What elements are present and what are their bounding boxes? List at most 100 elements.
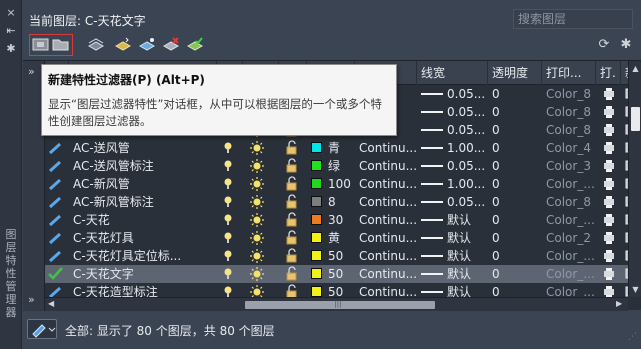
layer-name[interactable]: C-天花文字 [73, 265, 215, 283]
color-cell[interactable]: 50 [311, 265, 357, 283]
freeze-toggle[interactable] [249, 175, 273, 193]
lineweight-cell[interactable]: 0.05... [421, 103, 487, 121]
on-toggle[interactable] [221, 139, 241, 157]
plot-toggle[interactable] [602, 283, 618, 297]
color-cell[interactable]: 绿 [311, 157, 357, 175]
transparency-cell[interactable]: 0 [492, 175, 540, 193]
vertical-scroll-thumb[interactable] [631, 107, 640, 131]
layer-row[interactable]: C-天花灯具定位标... 50 Continu... 默认 0 Color_... [45, 247, 628, 265]
status-cell[interactable] [45, 211, 69, 229]
lineweight-cell[interactable]: 默认 [421, 265, 487, 283]
layer-row[interactable]: AC-新风管 100 Continu... 1.00... 0 Color_... [45, 175, 628, 193]
layer-row[interactable]: C-天花 30 Continu... 默认 0 Color_... [45, 211, 628, 229]
freeze-toggle[interactable] [249, 265, 273, 283]
lock-toggle[interactable] [284, 247, 304, 265]
plot-style-cell[interactable]: Color_8 [546, 193, 596, 211]
search-input[interactable]: 搜索图层 [513, 9, 633, 29]
linetype-cell[interactable]: Continu... [359, 265, 417, 283]
plot-toggle[interactable] [602, 229, 618, 247]
layer-name[interactable]: AC-新风管标注 [73, 193, 215, 211]
close-icon[interactable]: × [4, 6, 18, 20]
layer-row[interactable]: C-天花灯具 黄 Continu... 默认 0 Color_2 [45, 229, 628, 247]
on-toggle[interactable] [221, 157, 241, 175]
status-cell[interactable] [45, 283, 69, 297]
lineweight-cell[interactable]: 1.00... [421, 139, 487, 157]
plot-toggle[interactable] [602, 175, 618, 193]
new-group-filter-button[interactable] [52, 36, 70, 52]
linetype-cell[interactable]: Continu... [359, 247, 417, 265]
on-toggle[interactable] [221, 211, 241, 229]
plot-style-cell[interactable]: Color_... [546, 265, 596, 283]
plot-toggle[interactable] [602, 157, 618, 175]
column-header[interactable]: 打印... [542, 61, 596, 85]
transparency-cell[interactable]: 0 [492, 121, 540, 139]
transparency-cell[interactable]: 0 [492, 229, 540, 247]
transparency-cell[interactable]: 0 [492, 193, 540, 211]
lineweight-cell[interactable]: 0.05... [421, 157, 487, 175]
linetype-cell[interactable]: Continu... [359, 211, 417, 229]
color-cell[interactable]: 100 [311, 175, 357, 193]
settings-icon[interactable]: ✱ [618, 37, 634, 52]
layer-name[interactable]: C-天花灯具 [73, 229, 215, 247]
status-cell[interactable] [45, 139, 69, 157]
lineweight-cell[interactable]: 默认 [421, 283, 487, 297]
plot-style-cell[interactable]: Color_... [546, 283, 596, 297]
lock-toggle[interactable] [284, 211, 304, 229]
new-layer-button[interactable] [114, 36, 132, 52]
plot-toggle[interactable] [602, 85, 618, 103]
invert-filter-button[interactable] [27, 319, 57, 339]
plot-toggle[interactable] [602, 193, 618, 211]
plot-toggle[interactable] [602, 139, 618, 157]
color-cell[interactable]: 青 [311, 139, 357, 157]
on-toggle[interactable] [221, 193, 241, 211]
freeze-toggle[interactable] [249, 229, 273, 247]
layer-name[interactable]: AC-送风管标注 [73, 157, 215, 175]
status-cell[interactable] [45, 265, 69, 283]
scroll-right-icon[interactable]: ▶ [616, 299, 622, 308]
set-current-button[interactable] [186, 36, 204, 52]
layer-row[interactable]: AC-送风管 青 Continu... 1.00... 0 Color_4 [45, 139, 628, 157]
layer-row[interactable]: AC-新风管标注 8 Continu... 0.05... 0 Color_8 [45, 193, 628, 211]
plot-style-cell[interactable]: Color_3 [546, 157, 596, 175]
plot-style-cell[interactable]: Color_8 [546, 85, 596, 103]
freeze-toggle[interactable] [249, 157, 273, 175]
scroll-down-icon[interactable]: ▼ [631, 285, 640, 294]
plot-style-cell[interactable]: Color_... [546, 211, 596, 229]
plot-toggle[interactable] [602, 121, 618, 139]
lineweight-cell[interactable]: 0.05... [421, 85, 487, 103]
transparency-cell[interactable]: 0 [492, 157, 540, 175]
auto-hide-icon[interactable]: ⇤ [4, 24, 18, 38]
status-cell[interactable] [45, 193, 69, 211]
expand-filter-tree-icon[interactable]: » [28, 65, 35, 78]
transparency-cell[interactable]: 0 [492, 85, 540, 103]
lineweight-cell[interactable]: 默认 [421, 211, 487, 229]
linetype-cell[interactable]: Continu... [359, 229, 417, 247]
transparency-cell[interactable]: 0 [492, 103, 540, 121]
layer-row[interactable]: AC-送风管标注 绿 Continu... 0.05... 0 Color_3 [45, 157, 628, 175]
plot-style-cell[interactable]: Color_... [546, 247, 596, 265]
plot-toggle[interactable] [602, 247, 618, 265]
layer-name[interactable]: AC-送风管 [73, 139, 215, 157]
lineweight-cell[interactable]: 0.05... [421, 193, 487, 211]
on-toggle[interactable] [221, 265, 241, 283]
layer-row[interactable]: C-天花文字 50 Continu... 默认 0 Color_... [45, 265, 628, 283]
status-cell[interactable] [45, 229, 69, 247]
color-cell[interactable]: 50 [311, 283, 357, 297]
linetype-cell[interactable]: Continu... [359, 139, 417, 157]
color-cell[interactable]: 50 [311, 247, 357, 265]
plot-style-cell[interactable]: Color_2 [546, 229, 596, 247]
on-toggle[interactable] [221, 175, 241, 193]
plot-toggle[interactable] [602, 211, 618, 229]
transparency-cell[interactable]: 0 [492, 247, 540, 265]
color-cell[interactable]: 8 [311, 193, 357, 211]
plot-style-cell[interactable]: Color_8 [546, 103, 596, 121]
vertical-scrollbar[interactable]: ▲ ▼ [628, 61, 641, 297]
transparency-cell[interactable]: 0 [492, 139, 540, 157]
color-cell[interactable]: 30 [311, 211, 357, 229]
plot-style-cell[interactable]: Color_4 [546, 139, 596, 157]
lock-toggle[interactable] [284, 229, 304, 247]
lock-toggle[interactable] [284, 157, 304, 175]
status-cell[interactable] [45, 175, 69, 193]
lock-toggle[interactable] [284, 139, 304, 157]
color-cell[interactable]: 黄 [311, 229, 357, 247]
